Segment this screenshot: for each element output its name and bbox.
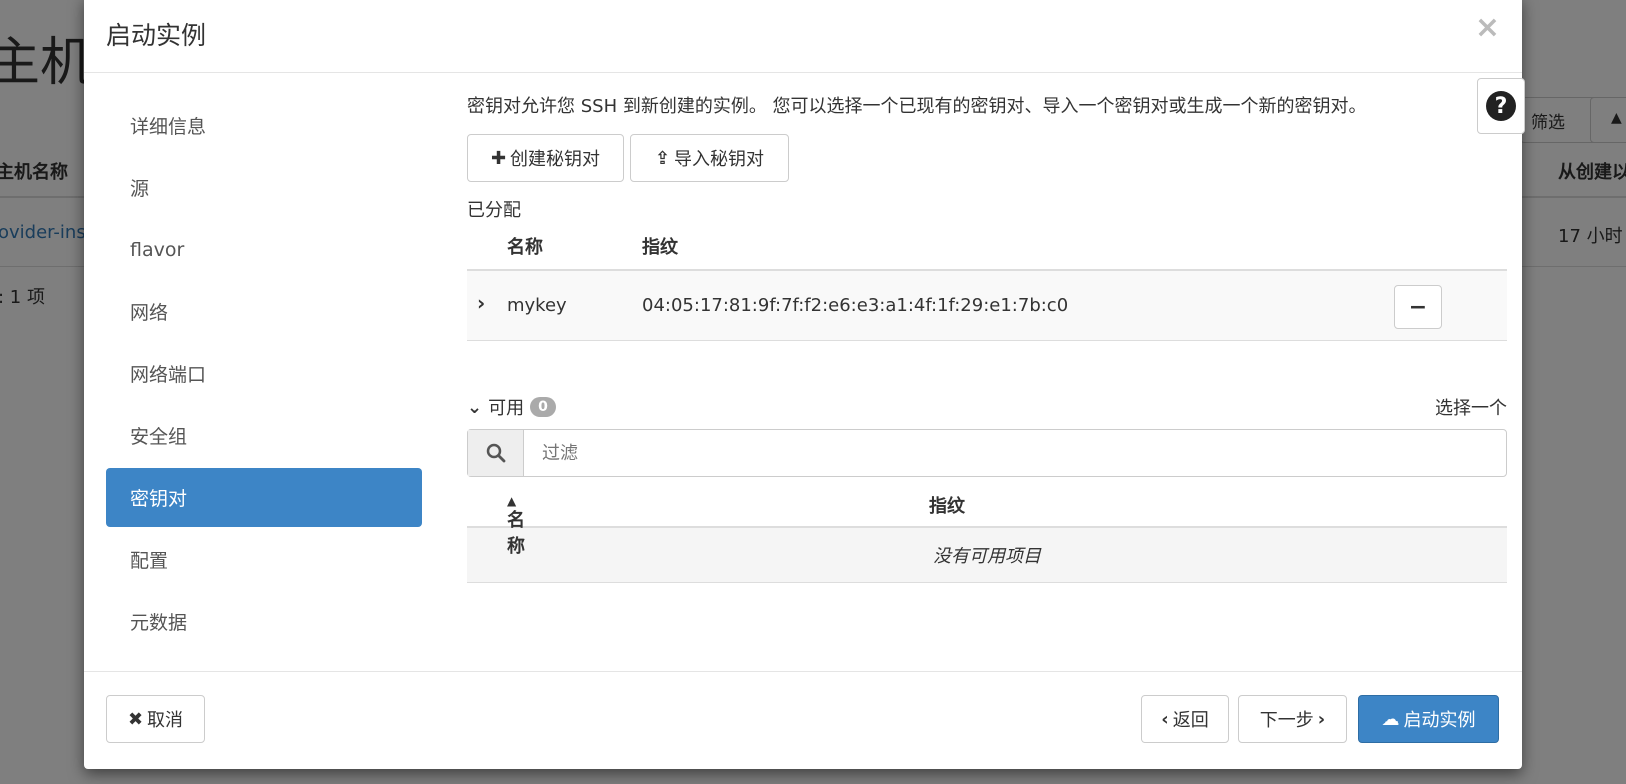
keypair-intro: 密钥对允许您 SSH 到新创建的实例。 您可以选择一个已现有的密钥对、导入一个密… bbox=[467, 96, 1367, 117]
next-label: 下一步 bbox=[1259, 710, 1314, 731]
select-one-hint: 选择一个 bbox=[1435, 398, 1507, 419]
table-header: 名称 指纹 bbox=[467, 219, 1507, 271]
table-header: 名称 ▲ 指纹 bbox=[467, 478, 1507, 557]
allocated-table: 名称 指纹 › mykey 04:05:17:81:9f:7f:f2:e6:e3… bbox=[467, 219, 1507, 341]
keypair-name: mykey bbox=[507, 295, 567, 316]
launch-label: 启动实例 bbox=[1403, 710, 1476, 731]
table-row: › mykey 04:05:17:81:9f:7f:f2:e6:e3:a1:4f… bbox=[467, 271, 1507, 341]
filter-input[interactable] bbox=[524, 430, 1506, 476]
col-header-name: 名称 bbox=[507, 237, 543, 258]
available-table: 名称 ▲ 指纹 没有可用项目 bbox=[467, 478, 1507, 583]
cancel-button[interactable]: ✖ 取消 bbox=[106, 695, 205, 743]
modal-title: 启动实例 bbox=[106, 21, 207, 50]
cancel-label: 取消 bbox=[147, 710, 184, 731]
sidebar-item-key-pair[interactable]: 密钥对 bbox=[106, 468, 422, 527]
cloud-upload-icon: ☁ bbox=[1381, 708, 1400, 730]
sidebar-item-metadata[interactable]: 元数据 bbox=[106, 592, 422, 651]
sidebar-item-security-groups[interactable]: 安全组 bbox=[106, 406, 422, 465]
col-header-name[interactable]: 名称 ▲ bbox=[507, 492, 525, 557]
minus-icon: − bbox=[1408, 294, 1428, 320]
create-keypair-label: 创建秘钥对 bbox=[510, 149, 601, 170]
sidebar-item-network-ports[interactable]: 网络端口 bbox=[106, 344, 422, 403]
launch-instance-modal: 启动实例 × 详细信息 源 flavor 网络 网络端口 安全组 密钥对 配置 … bbox=[84, 0, 1525, 769]
filter-group bbox=[467, 429, 1507, 477]
sidebar-item-configuration[interactable]: 配置 bbox=[106, 530, 422, 589]
wizard-sidebar: 详细信息 源 flavor 网络 网络端口 安全组 密钥对 配置 元数据 bbox=[106, 96, 422, 654]
available-toggle[interactable]: ⌄ 可用 0 bbox=[467, 394, 556, 420]
keypair-fingerprint: 04:05:17:81:9f:7f:f2:e6:e3:a1:4f:1f:29:e… bbox=[642, 295, 1069, 316]
sort-asc-icon: ▲ bbox=[507, 494, 517, 508]
help-button[interactable]: ? bbox=[1477, 78, 1525, 134]
deallocate-button[interactable]: − bbox=[1394, 285, 1442, 329]
sidebar-item-source[interactable]: 源 bbox=[106, 158, 422, 217]
question-icon: ? bbox=[1486, 91, 1516, 121]
chevron-right-icon: › bbox=[1317, 708, 1326, 730]
modal-footer: ✖ 取消 ‹ 返回 下一步 › ☁ 启动实例 bbox=[84, 671, 1522, 769]
next-button[interactable]: 下一步 › bbox=[1238, 695, 1347, 743]
back-button[interactable]: ‹ 返回 bbox=[1141, 695, 1229, 743]
close-icon[interactable]: × bbox=[1475, 10, 1500, 45]
upload-icon: ⇪ bbox=[654, 147, 671, 169]
chevron-down-icon: ⌄ bbox=[467, 396, 483, 418]
modal-header: 启动实例 × bbox=[84, 0, 1522, 73]
sidebar-item-flavor[interactable]: flavor bbox=[106, 220, 422, 279]
chevron-right-icon[interactable]: › bbox=[477, 291, 485, 315]
col-header-fingerprint: 指纹 bbox=[642, 237, 678, 258]
import-keypair-label: 导入秘钥对 bbox=[674, 149, 765, 170]
plus-icon: ✚ bbox=[490, 147, 507, 169]
import-keypair-button[interactable]: ⇪ 导入秘钥对 bbox=[630, 134, 789, 182]
close-icon: ✖ bbox=[127, 708, 144, 730]
sidebar-item-details[interactable]: 详细信息 bbox=[106, 96, 422, 155]
create-keypair-button[interactable]: ✚ 创建秘钥对 bbox=[467, 134, 624, 182]
back-label: 返回 bbox=[1172, 710, 1209, 731]
col-header-fingerprint: 指纹 bbox=[929, 496, 965, 517]
empty-table-message: 没有可用项目 bbox=[467, 528, 1507, 583]
sidebar-item-network[interactable]: 网络 bbox=[106, 282, 422, 341]
launch-instance-button[interactable]: ☁ 启动实例 bbox=[1358, 695, 1499, 743]
search-icon bbox=[468, 430, 524, 476]
available-count-badge: 0 bbox=[530, 397, 556, 417]
available-label: 可用 bbox=[488, 398, 525, 419]
chevron-left-icon: ‹ bbox=[1161, 708, 1169, 730]
